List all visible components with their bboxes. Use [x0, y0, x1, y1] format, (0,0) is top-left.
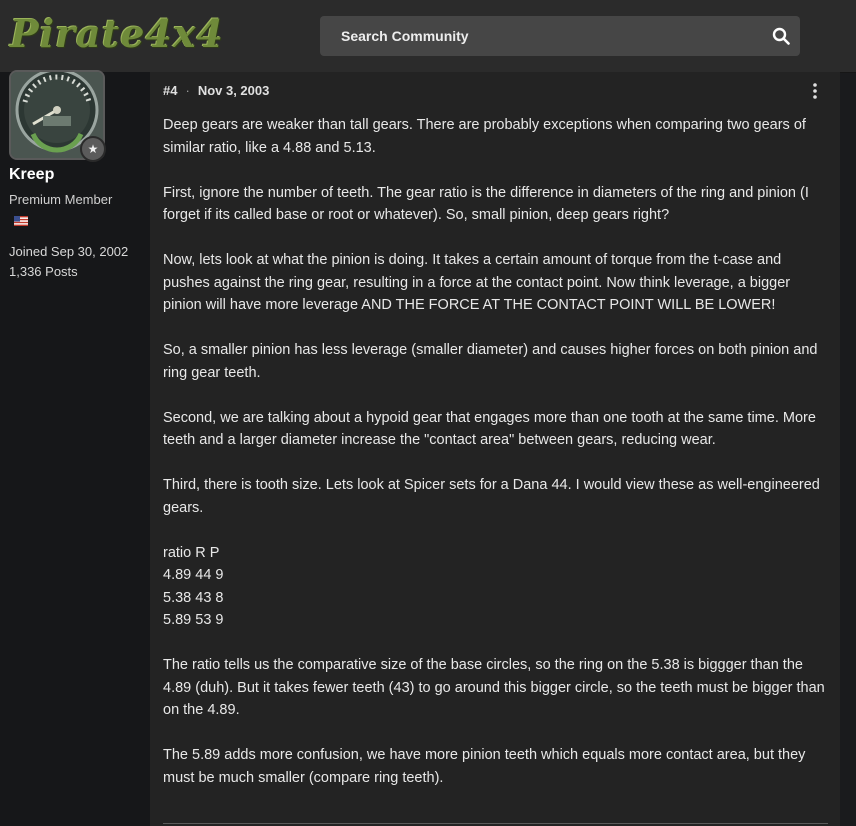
- search-bar[interactable]: Search Community: [320, 16, 800, 56]
- more-options-icon[interactable]: [812, 82, 818, 100]
- post-paragraph: Second, we are talking about a hypoid ge…: [163, 409, 816, 449]
- meta-separator: ·: [185, 83, 190, 98]
- us-flag-icon: [14, 216, 28, 226]
- user-sidebar: [0, 72, 150, 826]
- top-bar: Pirate4x4 Search Community: [0, 0, 856, 73]
- user-role: Premium Member: [9, 192, 113, 207]
- site-logo[interactable]: Pirate4x4: [10, 10, 224, 58]
- gear-ratio-table: ratio R P 4.89 44 9 5.38 43 8 5.89 53 9: [163, 544, 224, 629]
- post-number[interactable]: #4: [163, 83, 177, 98]
- post-divider: [163, 823, 828, 824]
- joined-date: Joined Sep 30, 2002: [9, 244, 129, 259]
- post-count: 1,336 Posts: [9, 264, 78, 279]
- post-body: Deep gears are weaker than tall gears. T…: [163, 114, 831, 812]
- post-container: #4 · Nov 3, 2003 Deep gears are weaker tha…: [150, 72, 840, 826]
- star-icon: ★: [80, 136, 106, 162]
- post-paragraph: Third, there is tooth size. Lets look at…: [163, 477, 820, 516]
- search-placeholder[interactable]: Search Community: [341, 28, 469, 44]
- post-paragraph: The ratio tells us the comparative size …: [163, 657, 825, 718]
- search-icon[interactable]: [772, 27, 790, 45]
- post-paragraph: Deep gears are weaker than tall gears. T…: [163, 117, 806, 156]
- post-paragraph: Now, lets look at what the pinion is doi…: [163, 252, 791, 313]
- post-date[interactable]: Nov 3, 2003: [198, 83, 270, 98]
- post-paragraph: The 5.89 adds more confusion, we have mo…: [163, 747, 806, 786]
- username[interactable]: Kreep: [9, 166, 54, 184]
- post-paragraph: So, a smaller pinion has less leverage (…: [163, 342, 818, 381]
- post-paragraph: First, ignore the number of teeth. The g…: [163, 184, 809, 224]
- post-meta: #4 · Nov 3, 2003: [163, 83, 269, 98]
